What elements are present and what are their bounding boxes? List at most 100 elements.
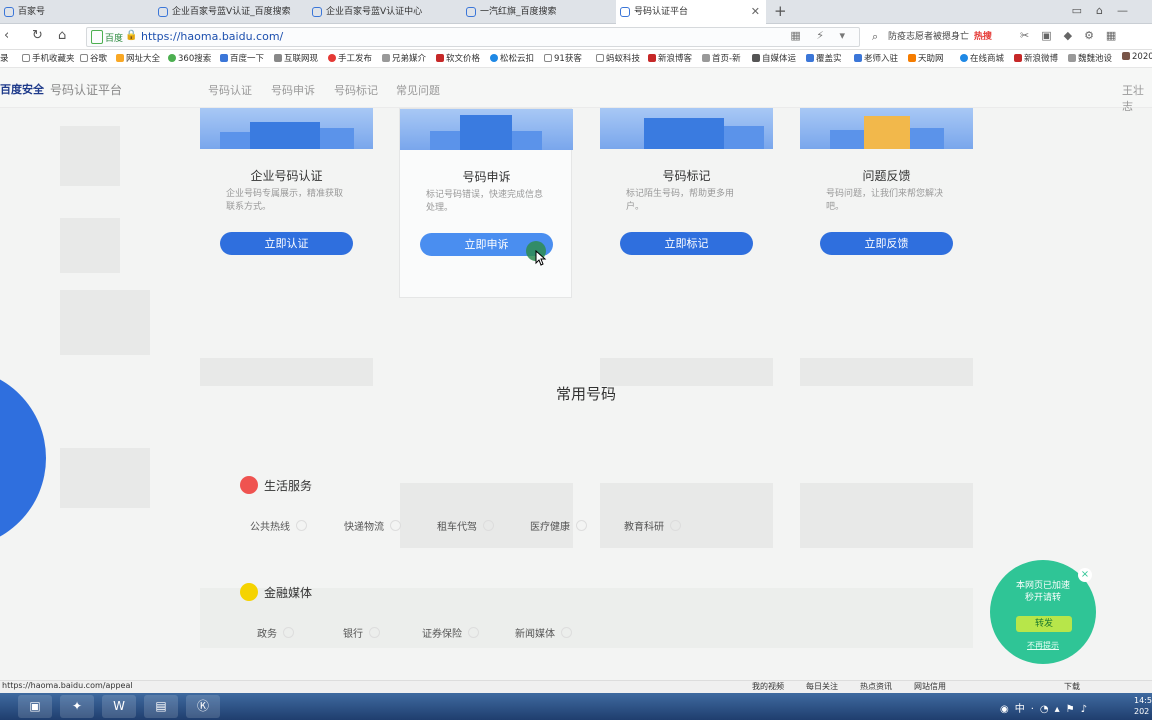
bookmark-item[interactable]: 谷歌 bbox=[80, 52, 107, 64]
paw-icon bbox=[806, 54, 814, 62]
search-icon: ⌕ bbox=[872, 30, 879, 43]
tag-securities[interactable]: 证券保险 bbox=[422, 625, 479, 640]
taskbar-explorer-icon[interactable]: ▣ bbox=[18, 695, 52, 718]
paw-icon bbox=[854, 54, 862, 62]
category-dot-icon bbox=[240, 583, 258, 601]
tab-baijiahao[interactable]: 百家号 bbox=[0, 0, 150, 24]
tag-medical[interactable]: 医疗健康 bbox=[530, 518, 587, 533]
card-title: 号码申诉 bbox=[462, 170, 511, 184]
bookmark-item[interactable]: 在线商城 bbox=[960, 52, 1004, 64]
file-icon bbox=[596, 54, 604, 62]
bookmark-item[interactable]: 百度一下 bbox=[220, 52, 264, 64]
placeholder-block bbox=[200, 358, 373, 386]
url-action-icons[interactable]: ▦ ⚡ ▾ bbox=[790, 29, 851, 42]
bookmark-item[interactable]: 2020 bbox=[1122, 52, 1152, 62]
refresh-icon[interactable]: ↻ bbox=[32, 28, 43, 43]
tab-search-bluev[interactable]: 企业百家号蓝V认证_百度搜索 bbox=[154, 0, 304, 24]
clock: 14:5 202 bbox=[1134, 696, 1152, 716]
share-button[interactable]: 转发 bbox=[1016, 616, 1072, 632]
taskbar-word-icon[interactable]: W bbox=[102, 695, 136, 718]
search-box[interactable]: ⌕ 防疫志愿者被摁身亡 热搜 bbox=[868, 27, 1008, 47]
bookmark-item[interactable]: 老师入驻 bbox=[854, 52, 898, 64]
bookmark-item[interactable]: 新浪博客 bbox=[648, 52, 692, 64]
tab-hongqi-search[interactable]: 一汽红旗_百度搜索 bbox=[462, 0, 612, 24]
paw-icon bbox=[220, 54, 228, 62]
taskbar-folder-icon[interactable]: ▤ bbox=[144, 695, 178, 718]
placeholder-block bbox=[600, 483, 773, 548]
site-icon bbox=[1122, 52, 1130, 60]
certify-now-button[interactable]: 立即认证 bbox=[220, 232, 353, 255]
taskbar-app-icon[interactable]: ✦ bbox=[60, 695, 94, 718]
status-daily-focus[interactable]: 每日关注 bbox=[806, 681, 838, 692]
section-title: 常用号码 bbox=[555, 385, 616, 403]
bookmark-item[interactable]: 首页-新 bbox=[702, 52, 741, 64]
bookmark-item[interactable]: 覆盖实 bbox=[806, 52, 842, 64]
question-icon bbox=[369, 627, 380, 638]
home-icon[interactable]: ⌂ bbox=[58, 28, 66, 43]
bookmark-item[interactable]: 自媒体运 bbox=[752, 52, 796, 64]
nav-item-haoma-renzheng[interactable]: 号码认证 bbox=[208, 82, 252, 98]
url-field[interactable]: 百度 🔒 https://haoma.baidu.com/ ▦ ⚡ ▾ bbox=[86, 27, 860, 47]
bookmark-item[interactable]: 91获客 bbox=[544, 52, 582, 64]
site-icon bbox=[1068, 54, 1076, 62]
bookmark-item[interactable]: 天助网 bbox=[908, 52, 944, 64]
bookmark-item[interactable]: 互联网现 bbox=[274, 52, 318, 64]
tab-haoma-platform[interactable]: 号码认证平台 ✕ bbox=[616, 0, 766, 24]
status-hot-news[interactable]: 热点资讯 bbox=[860, 681, 892, 692]
bookmark-item[interactable]: 手工发布 bbox=[328, 52, 372, 64]
bookmark-item[interactable]: 软文价格 bbox=[436, 52, 480, 64]
tag-express[interactable]: 快递物流 bbox=[344, 518, 401, 533]
feedback-now-button[interactable]: 立即反馈 bbox=[820, 232, 953, 255]
tab-bluev-center[interactable]: 企业百家号蓝V认证中心 bbox=[308, 0, 458, 24]
card-desc: 标记号码错误，快速完成信息处理。 bbox=[426, 190, 544, 213]
card-illustration bbox=[200, 108, 373, 149]
bookmark-item[interactable]: 兄弟媒介 bbox=[382, 52, 426, 64]
bookmark-item[interactable]: 魏魏池设 bbox=[1068, 52, 1112, 64]
nav-item-faq[interactable]: 常见问题 bbox=[396, 82, 440, 98]
tag-car-rental[interactable]: 租车代驾 bbox=[437, 518, 494, 533]
secure-badge-icon bbox=[91, 30, 103, 44]
site-icon bbox=[960, 54, 968, 62]
card-mark: 号码标记 标记陌生号码，帮助更多用户。 立即标记 bbox=[600, 108, 773, 255]
platform-title: 号码认证平台 bbox=[50, 83, 123, 97]
taskbar-k-icon[interactable]: Ⓚ bbox=[186, 695, 220, 718]
status-download[interactable]: 下载 bbox=[1064, 681, 1080, 692]
bookmark-item[interactable]: 蚂蚁科技 bbox=[596, 52, 640, 64]
tag-government[interactable]: 政务 bbox=[257, 625, 294, 640]
status-my-video[interactable]: 我的视频 bbox=[752, 681, 784, 692]
bookmark-item[interactable]: 手机收藏夹 bbox=[22, 52, 75, 64]
card-title: 问题反馈 bbox=[862, 169, 911, 183]
system-tray[interactable]: ◉中·◔▴⚑♪ bbox=[1000, 700, 1093, 715]
site-icon bbox=[382, 54, 390, 62]
bookmark-item[interactable]: 松松云扣 bbox=[490, 52, 534, 64]
dismiss-link[interactable]: 不再提示 bbox=[990, 640, 1096, 651]
category-life-service: 生活服务 bbox=[240, 476, 312, 494]
status-site-credit[interactable]: 网站信用 bbox=[914, 681, 946, 692]
window-controls[interactable]: ▭⌂— bbox=[1072, 4, 1142, 17]
card-enterprise-auth: 企业号码认证 企业号码专属展示，精准获取联系方式。 立即认证 bbox=[200, 108, 373, 255]
bookmark-item[interactable]: 360搜索 bbox=[168, 52, 211, 64]
share-popup: × 本网页已加速 秒开请转 转发 不再提示 bbox=[990, 560, 1096, 664]
file-icon bbox=[80, 54, 88, 62]
tag-news-media[interactable]: 新闻媒体 bbox=[515, 625, 572, 640]
tag-public-hotline[interactable]: 公共热线 bbox=[250, 518, 307, 533]
nav-item-haoma-shensu[interactable]: 号码申诉 bbox=[271, 82, 315, 98]
placeholder-block bbox=[600, 358, 773, 386]
site-icon bbox=[274, 54, 282, 62]
bookmark-item[interactable]: 网址大全 bbox=[116, 52, 160, 64]
close-tab-icon[interactable]: ✕ bbox=[751, 0, 760, 24]
nav-item-haoma-biaoji[interactable]: 号码标记 bbox=[334, 82, 378, 98]
360-icon bbox=[168, 54, 176, 62]
logo[interactable]: 百度安全 bbox=[0, 81, 44, 97]
tag-bank[interactable]: 银行 bbox=[343, 625, 380, 640]
new-tab-button[interactable]: + bbox=[774, 2, 787, 20]
share-message: 本网页已加速 秒开请转 bbox=[1015, 581, 1070, 603]
mark-now-button[interactable]: 立即标记 bbox=[620, 232, 753, 255]
toolbar-icons[interactable]: ✂▣◆⚙▦ bbox=[1020, 29, 1128, 42]
bookmark-item[interactable]: 新浪微博 bbox=[1014, 52, 1058, 64]
lock-icon: 🔒 bbox=[125, 30, 138, 41]
tag-education[interactable]: 教育科研 bbox=[624, 518, 681, 533]
user-name[interactable]: 王壮志 bbox=[1122, 82, 1152, 114]
bookmark-item[interactable]: 录 bbox=[0, 52, 9, 64]
back-icon[interactable]: ‹ bbox=[4, 28, 9, 43]
